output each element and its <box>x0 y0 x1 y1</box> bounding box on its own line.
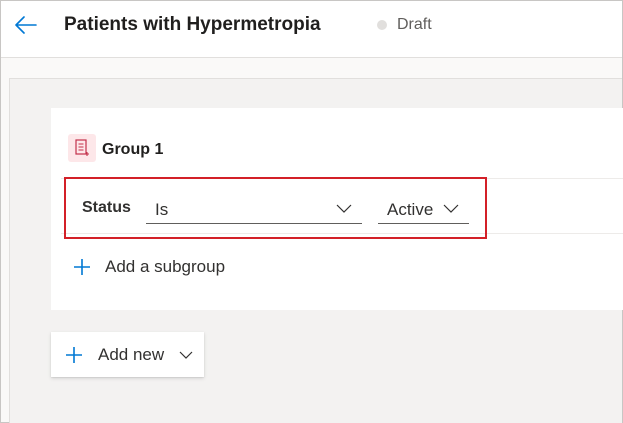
add-new-button[interactable]: Add new <box>51 332 204 377</box>
plus-icon <box>66 347 82 363</box>
page-header: Patients with Hypermetropia Draft <box>1 1 622 58</box>
condition-value: Active <box>387 200 434 219</box>
operator-dropdown[interactable]: Is <box>146 194 362 224</box>
status-dot-icon <box>377 20 387 30</box>
operator-value: Is <box>155 200 169 219</box>
chevron-down-icon <box>443 204 459 213</box>
chevron-down-icon <box>179 351 193 359</box>
condition-attribute-label: Status <box>82 199 131 216</box>
page-title: Patients with Hypermetropia <box>64 14 321 35</box>
add-new-label: Add new <box>98 345 165 364</box>
segment-group-icon <box>68 134 96 162</box>
group-title: Group 1 <box>102 141 164 158</box>
chevron-down-icon <box>336 204 352 213</box>
plus-icon <box>74 259 90 275</box>
group-card: Group 1 Status Is Active Add a subgroup <box>51 108 623 310</box>
status-label: Draft <box>397 16 432 33</box>
arrow-left-icon <box>15 16 37 34</box>
add-subgroup-button[interactable]: Add a subgroup <box>73 254 225 280</box>
value-dropdown[interactable]: Active <box>378 194 469 224</box>
back-button[interactable] <box>11 11 41 39</box>
add-subgroup-label: Add a subgroup <box>105 257 226 276</box>
segment-canvas: Group 1 Status Is Active Add a subgroup … <box>9 78 623 423</box>
content-area: Group 1 Status Is Active Add a subgroup … <box>1 58 623 423</box>
